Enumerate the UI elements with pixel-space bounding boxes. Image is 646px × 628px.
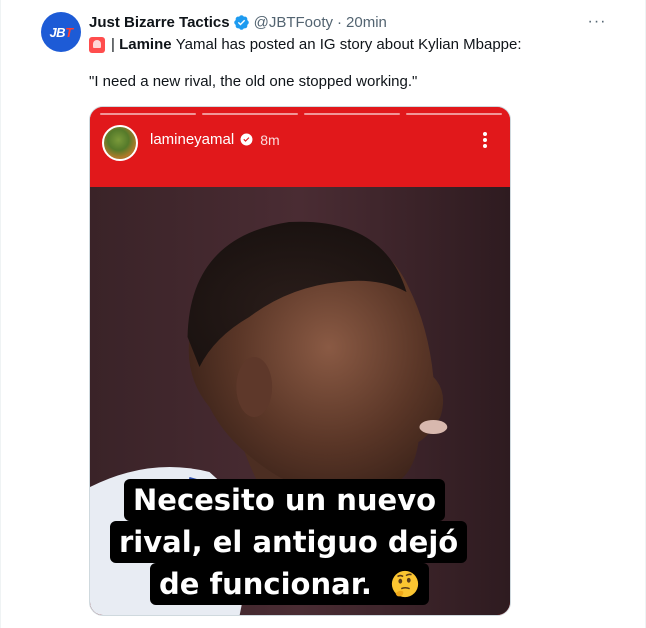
story-verified-icon <box>240 133 253 146</box>
tweet-timestamp[interactable]: 20min <box>346 14 387 31</box>
story-user-avatar <box>102 125 138 161</box>
caption-line-1: Necesito un nuevo <box>124 479 446 521</box>
story-progress-segment <box>100 113 196 115</box>
story-progress-segment <box>406 113 502 115</box>
separator-dot: · <box>337 13 343 31</box>
story-progress-segment <box>202 113 298 115</box>
verified-badge-icon <box>233 14 249 30</box>
more-options-icon[interactable]: ··· <box>585 12 609 32</box>
tweet-quote-text: "I need a new rival, the old one stopped… <box>89 73 418 90</box>
tweet-media-image[interactable]: lamineyamal 8m Necesito un nuevo rival, … <box>89 106 511 616</box>
caption-line-2: rival, el antiguo dejó <box>110 521 468 563</box>
tweet-text-rest: Yamal has posted an IG story about Kylia… <box>175 36 522 53</box>
tweet-header: Just Bizarre Tactics @JBTFooty · 20min <box>89 12 387 32</box>
mention-lamine: Lamine <box>119 36 172 53</box>
author-avatar[interactable]: JB T <box>41 12 81 52</box>
author-handle[interactable]: @JBTFooty <box>254 14 333 31</box>
siren-emoji-icon <box>89 37 105 53</box>
story-progress-segment <box>304 113 400 115</box>
caption-line-3: de funcionar. <box>150 563 429 605</box>
avatar-text-jb: JB <box>49 24 66 40</box>
caption-line-3-text: de funcionar. <box>159 567 372 601</box>
story-header-bar: lamineyamal 8m <box>90 107 510 187</box>
tweet-text-line-1: | Lamine Yamal has posted an IG story ab… <box>89 35 522 55</box>
tweet-card: JB T Just Bizarre Tactics @JBTFooty · 20m… <box>0 0 646 628</box>
story-user-info: lamineyamal 8m <box>150 131 280 148</box>
story-time: 8m <box>260 131 280 148</box>
story-menu-icon <box>476 129 494 151</box>
story-username: lamineyamal <box>150 131 235 148</box>
avatar-text-t: T <box>65 24 73 40</box>
author-name[interactable]: Just Bizarre Tactics <box>89 14 230 31</box>
text-bar: | <box>111 36 115 53</box>
thinking-face-emoji-icon <box>391 570 419 598</box>
